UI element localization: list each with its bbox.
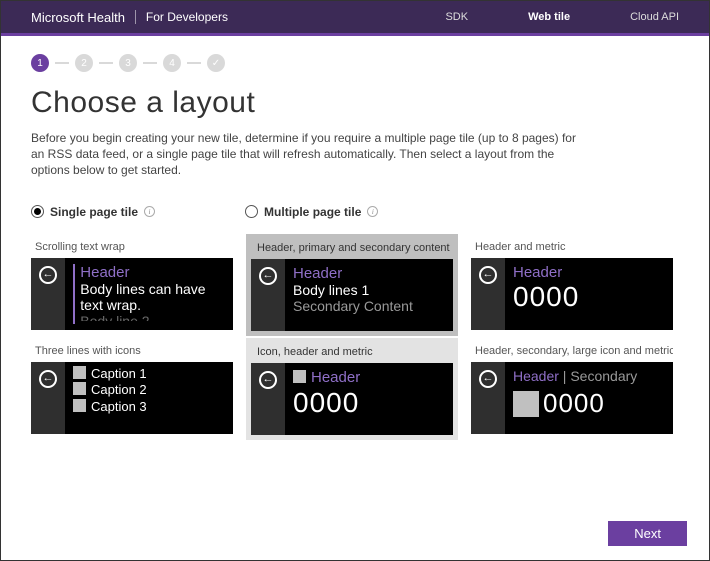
info-icon[interactable]: i [144, 206, 155, 217]
radio-single-label: Single page tile [50, 205, 138, 219]
square-icon [73, 382, 86, 395]
back-icon [259, 267, 277, 285]
accent-bar-icon [73, 264, 75, 324]
step-2[interactable]: 2 [75, 54, 93, 72]
back-icon [39, 266, 57, 284]
radio-multiple-page[interactable]: Multiple page tile i [245, 205, 378, 219]
back-icon [479, 266, 497, 284]
step-3[interactable]: 3 [119, 54, 137, 72]
step-done[interactable]: ✓ [207, 54, 225, 72]
layout-header-metric[interactable]: Header and metric Header 0000 [471, 239, 673, 331]
layout-header-primary-secondary[interactable]: Header, primary and secondary content He… [251, 239, 453, 331]
square-icon [293, 370, 306, 383]
layout-three-lines-icons[interactable]: Three lines with icons Caption 1 Caption… [31, 343, 233, 435]
page-title: Choose a layout [31, 86, 679, 120]
radio-single-page[interactable]: Single page tile i [31, 205, 155, 219]
layout-scrolling-text-wrap[interactable]: Scrolling text wrap Header Body lines ca… [31, 239, 233, 331]
brand: Microsoft Health [1, 10, 125, 25]
back-icon [479, 370, 497, 388]
back-icon [39, 370, 57, 388]
nav-web-tile[interactable]: Web tile [528, 11, 570, 23]
square-icon [73, 366, 86, 379]
nav-sdk[interactable]: SDK [445, 11, 468, 23]
step-4[interactable]: 4 [163, 54, 181, 72]
brand-section: For Developers [135, 10, 228, 24]
radio-multiple-label: Multiple page tile [264, 205, 361, 219]
back-icon [259, 371, 277, 389]
next-button[interactable]: Next [608, 521, 687, 546]
step-1[interactable]: 1 [31, 54, 49, 72]
nav-cloud-api[interactable]: Cloud API [630, 11, 679, 23]
square-icon [513, 391, 539, 417]
stepper: 1 2 3 4 ✓ [31, 54, 679, 72]
top-banner: Microsoft Health For Developers SDK Web … [1, 1, 709, 33]
page-intro: Before you begin creating your new tile,… [31, 130, 591, 179]
info-icon[interactable]: i [367, 206, 378, 217]
square-icon [73, 399, 86, 412]
layout-header-secondary-large-icon-metric[interactable]: Header, secondary, large icon and metric… [471, 343, 673, 435]
layout-icon-header-metric[interactable]: Icon, header and metric Header 0000 [251, 343, 453, 435]
